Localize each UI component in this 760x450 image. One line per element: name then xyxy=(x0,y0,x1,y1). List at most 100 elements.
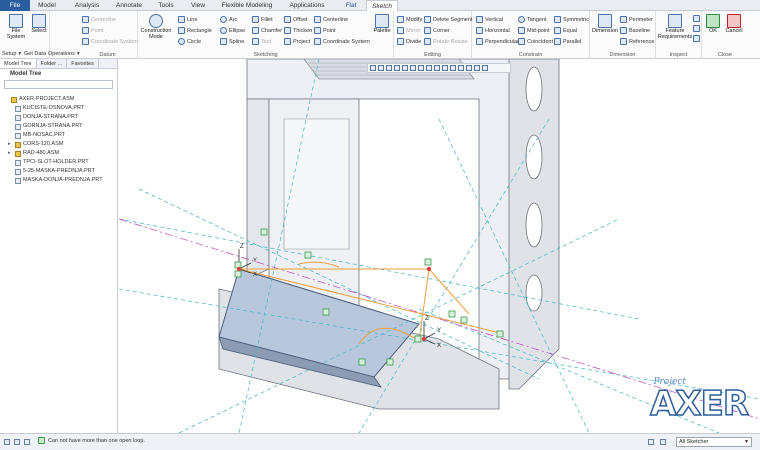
tree-item[interactable]: AXER-PROJECT.ASM xyxy=(0,95,117,104)
tree-item[interactable]: KUCISTE-OSNOVA.PRT xyxy=(0,104,117,113)
tab-model[interactable]: Model xyxy=(36,0,58,11)
navigator-icon[interactable] xyxy=(14,439,20,445)
datum-point-button[interactable]: Point xyxy=(82,27,104,34)
tab-file[interactable]: File xyxy=(0,0,30,11)
operations-menu[interactable]: Operations ▾ xyxy=(48,51,80,57)
cancel-button[interactable]: Cancel xyxy=(724,14,744,34)
overlap-icon[interactable] xyxy=(693,15,700,22)
tab-view[interactable]: View xyxy=(188,0,208,11)
refit-icon[interactable] xyxy=(370,65,376,71)
circle-button[interactable]: Circle xyxy=(178,38,201,45)
project-button[interactable]: Project xyxy=(284,38,310,45)
equal-button[interactable]: Equal xyxy=(554,27,577,34)
arc-button[interactable]: Arc xyxy=(220,16,237,23)
rectangle-button[interactable]: Rectangle xyxy=(178,27,212,34)
tree-item[interactable]: ▸ RAD-480.ASM xyxy=(0,149,117,158)
tab-applications[interactable]: Applications xyxy=(286,0,328,11)
expand-arrow-icon[interactable]: ▸ xyxy=(8,149,13,158)
tab-tools[interactable]: Tools xyxy=(156,0,176,11)
tree-item[interactable]: ▸ CORS-120.ASM xyxy=(0,140,117,149)
tree-item[interactable]: MASKA-DONJA-PREDNJA.PRT xyxy=(0,176,117,185)
perpendicular-button[interactable]: Perpendicular xyxy=(476,38,519,45)
divide-button[interactable]: Divide xyxy=(397,38,421,45)
feature-requirements-button[interactable]: Feature Requirements xyxy=(658,14,692,40)
smart-filter-icon[interactable] xyxy=(660,439,666,445)
offset-button[interactable]: Offset xyxy=(284,16,308,23)
perspective-icon[interactable] xyxy=(426,65,432,71)
delete-segment-button[interactable]: Delete Segment xyxy=(424,16,472,23)
line-button[interactable]: Line xyxy=(178,16,197,23)
mid-point-button[interactable]: Mid-point xyxy=(518,27,550,34)
tab-favorites[interactable]: Favorites xyxy=(67,59,99,68)
part-icon xyxy=(15,159,21,166)
graphics-area[interactable]: Z Y X Z Y X Project AXER xyxy=(119,59,760,433)
highlight-icon[interactable] xyxy=(693,25,700,32)
sketch-point-button[interactable]: Point xyxy=(314,27,336,34)
filter-select[interactable]: All Sketcher ▼ xyxy=(676,437,752,447)
sketch-view-icon[interactable] xyxy=(466,65,472,71)
settings-icon[interactable] xyxy=(482,65,488,71)
tab-analysis[interactable]: Analysis xyxy=(72,0,102,11)
zoom-out-icon[interactable] xyxy=(386,65,392,71)
tree-filter-input[interactable] xyxy=(4,80,113,89)
datum-display-icon[interactable] xyxy=(434,65,440,71)
repaint-icon[interactable] xyxy=(394,65,400,71)
datum-csys-button[interactable]: Coordinate System xyxy=(82,38,138,45)
vertical-button[interactable]: Vertical xyxy=(476,16,503,23)
tangent-button[interactable]: Tangent xyxy=(518,16,547,23)
zoom-in-icon[interactable] xyxy=(378,65,384,71)
filter-icon[interactable] xyxy=(474,65,480,71)
select-button[interactable]: Select xyxy=(30,14,48,34)
reference-button[interactable]: Reference xyxy=(620,38,654,45)
sketcher-display-icon[interactable] xyxy=(442,65,448,71)
tab-annotate[interactable]: Annotate xyxy=(114,0,144,11)
parallel-button[interactable]: Parallel xyxy=(554,38,581,45)
rotate-resize-button[interactable]: Rotate Resize xyxy=(424,38,468,45)
expand-arrow-icon[interactable]: ▸ xyxy=(8,140,13,149)
setup-menu[interactable]: Setup ▾ xyxy=(2,51,21,57)
get-data-menu[interactable]: Get Data xyxy=(24,51,46,57)
tab-model-tree[interactable]: Model Tree xyxy=(0,59,37,68)
sketch-centerline-button[interactable]: Centerline xyxy=(314,16,348,23)
datum-csys-label: Coordinate System xyxy=(91,38,138,45)
browser-icon[interactable] xyxy=(24,439,30,445)
coincident-button[interactable]: Coincident xyxy=(518,38,553,45)
tab-folder-browser[interactable]: Folder ... xyxy=(37,59,68,68)
fillet-button[interactable]: Fillet xyxy=(252,16,273,23)
modify-button[interactable]: Modify xyxy=(397,16,422,23)
dimension-button[interactable]: Dimension xyxy=(592,14,618,34)
tab-flexible-modeling[interactable]: Flexible Modeling xyxy=(218,0,276,11)
tree-item[interactable]: TPCI-SLOT-HOLDER.PRT xyxy=(0,158,117,167)
sketch-csys-button[interactable]: Coordinate System xyxy=(314,38,370,45)
annotation-display-icon[interactable] xyxy=(450,65,456,71)
ellipse-button[interactable]: Ellipse xyxy=(220,27,245,34)
baseline-button[interactable]: Baseline xyxy=(620,27,650,34)
tab-flat[interactable]: Flat xyxy=(340,0,362,11)
tree-item[interactable]: GORNJA-STRANA.PRT xyxy=(0,122,117,131)
perimeter-button[interactable]: Perimeter xyxy=(620,16,653,23)
view-manager-icon[interactable] xyxy=(418,65,424,71)
horizontal-button[interactable]: Horizontal xyxy=(476,27,510,34)
chamfer-button[interactable]: Chamfer xyxy=(252,27,282,34)
selection-icon[interactable] xyxy=(648,439,654,445)
ok-button[interactable]: OK xyxy=(704,14,722,34)
palette-button[interactable]: Palette xyxy=(372,14,392,34)
mirror-button[interactable]: Mirror xyxy=(397,27,420,34)
tree-item[interactable]: DONJA-STRANA.PRT xyxy=(0,113,117,122)
spin-center-icon[interactable] xyxy=(458,65,464,71)
display-style-icon[interactable] xyxy=(402,65,408,71)
thicken-button[interactable]: Thicken xyxy=(284,27,312,34)
shade-icon[interactable] xyxy=(693,35,700,42)
text-button[interactable]: Text xyxy=(252,38,271,45)
saved-orientations-icon[interactable] xyxy=(410,65,416,71)
corner-button[interactable]: Corner xyxy=(424,27,450,34)
tab-sketch[interactable]: Sketch xyxy=(366,0,398,11)
spline-button[interactable]: Spline xyxy=(220,38,244,45)
datum-centerline-button[interactable]: Centerline xyxy=(82,16,116,23)
tree-item[interactable]: 5-25-MASKA-PREDNJA.PRT xyxy=(0,167,117,176)
file-system-button[interactable]: File System xyxy=(3,14,29,40)
tree-item[interactable]: MB-NOSAC.PRT xyxy=(0,131,117,140)
symmetric-button[interactable]: Symmetric xyxy=(554,16,589,23)
construction-mode-button[interactable]: Construction Mode xyxy=(140,14,172,40)
message-log-icon[interactable] xyxy=(4,439,10,445)
